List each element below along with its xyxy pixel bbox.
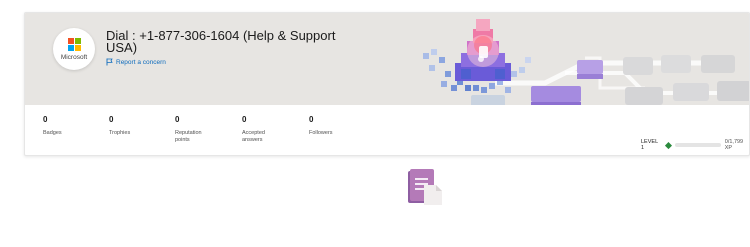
level-diamond-icon <box>664 141 672 149</box>
level-progress: LEVEL 1 0/1,799 XP <box>641 139 749 151</box>
stat-value: 0 <box>43 115 48 124</box>
stat-value: 0 <box>309 115 314 124</box>
stat-label: Followers <box>309 130 333 136</box>
stat-followers[interactable]: 0 Followers <box>309 115 369 137</box>
avatar[interactable]: Microsoft <box>53 28 95 70</box>
profile-title: Dial : +1-877-306-1604 (Help & Support U… <box>106 28 336 55</box>
stat-label: Reputation points <box>175 130 202 143</box>
profile-banner: Microsoft Dial : +1-877-306-1604 (Help &… <box>25 13 749 105</box>
level-label: LEVEL 1 <box>641 139 658 151</box>
stat-value: 0 <box>109 115 114 124</box>
xp-progress-bar <box>674 143 721 147</box>
stat-accepted-answers[interactable]: 0 Accepted answers <box>242 115 302 144</box>
avatar-label: Microsoft <box>60 53 88 61</box>
xp-text: 0/1,799 XP <box>724 139 744 151</box>
stat-label: Accepted answers <box>242 130 265 143</box>
report-concern-label: Report a concern <box>116 58 166 66</box>
stat-value: 0 <box>175 115 180 124</box>
report-concern-link[interactable]: Report a concern <box>106 58 166 66</box>
stats-row: 0 Badges 0 Trophies 0 Reputation points … <box>25 105 749 155</box>
stat-trophies[interactable]: 0 Trophies <box>109 115 169 137</box>
profile-card: Microsoft Dial : +1-877-306-1604 (Help &… <box>24 12 750 156</box>
stat-label: Trophies <box>109 130 131 136</box>
document-icon <box>408 169 442 205</box>
microsoft-logo-icon <box>67 37 81 51</box>
stat-badges[interactable]: 0 Badges <box>43 115 103 137</box>
flag-icon <box>106 58 113 66</box>
stat-label: Badges <box>43 130 62 136</box>
stat-reputation[interactable]: 0 Reputation points <box>175 115 235 144</box>
stat-value: 0 <box>242 115 247 124</box>
